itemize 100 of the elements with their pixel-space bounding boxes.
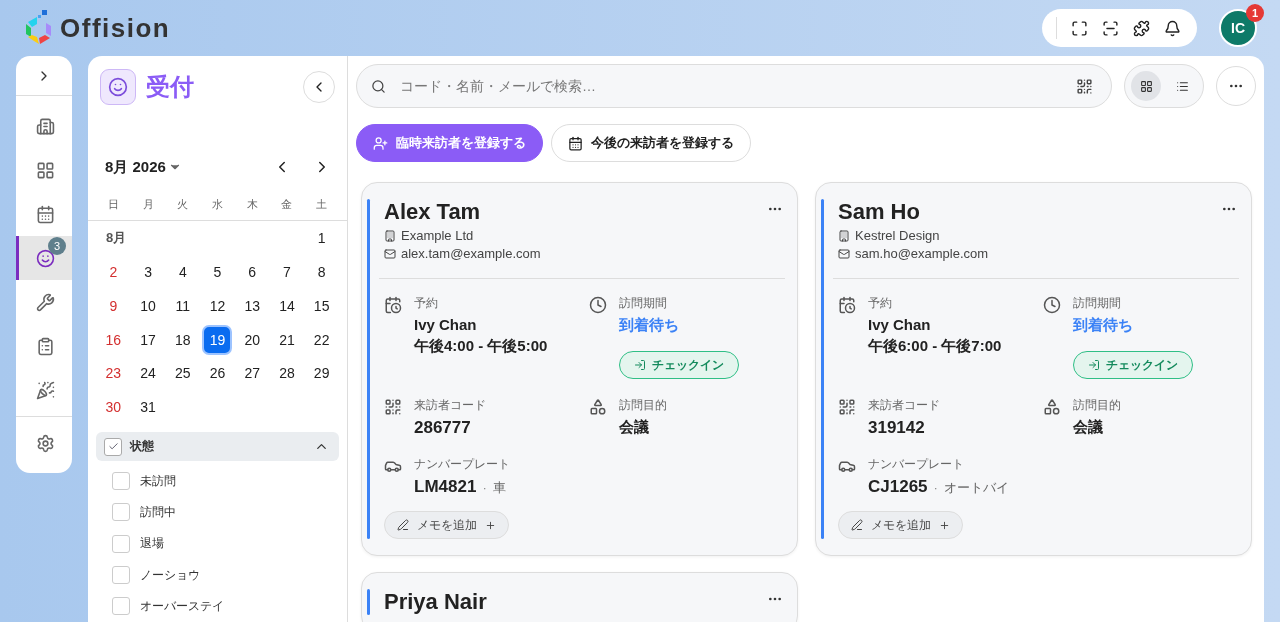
checkbox[interactable] [112, 597, 130, 616]
month-label: 8月 [105, 229, 128, 248]
search-icon [371, 78, 386, 94]
search-bar[interactable]: コード・名前・メールで検索… [356, 64, 1112, 108]
grid-view-button[interactable] [1131, 71, 1161, 101]
building-icon [838, 229, 850, 242]
logo-icon [24, 10, 54, 46]
vehicle-type: 車 [492, 479, 506, 497]
calendar-day[interactable]: 8 [306, 256, 337, 287]
notification-badge: 1 [1246, 4, 1264, 22]
field-label: 訪問期間 [1073, 295, 1122, 312]
purpose-text: 会議 [619, 418, 650, 437]
host-name: Ivy Chan [414, 316, 478, 333]
calendar-day[interactable]: 16 [98, 324, 129, 355]
calendar-day[interactable]: 22 [306, 324, 337, 355]
checkbox[interactable] [112, 472, 130, 491]
fullscreen-icon[interactable] [1071, 19, 1088, 37]
calendar-day[interactable]: 10 [133, 290, 164, 321]
company-name: Example Ltd [401, 228, 474, 243]
qr-code-icon [838, 398, 856, 416]
user-plus-icon [373, 135, 388, 151]
calendar-day[interactable]: 18 [167, 324, 198, 355]
calendar-day[interactable]: 26 [202, 358, 233, 389]
calendar-day[interactable]: 20 [237, 324, 268, 355]
calendar-day[interactable]: 28 [271, 358, 302, 389]
pen-icon [397, 519, 409, 531]
calendar-day[interactable]: 13 [237, 290, 268, 321]
filter-option[interactable]: 未訪問 [88, 465, 347, 497]
add-memo-button[interactable]: メモを追加 [838, 511, 963, 539]
visitor-name: Priya Nair [384, 589, 487, 615]
calendar-day[interactable]: 6 [237, 256, 268, 287]
building-icon [384, 229, 396, 242]
calendar-day[interactable]: 25 [167, 358, 198, 389]
calendar-day[interactable]: 3 [133, 256, 164, 287]
filter-option[interactable]: ノーショウ [88, 559, 347, 591]
calendar-day[interactable]: 17 [133, 324, 164, 355]
pen-icon [851, 519, 863, 531]
calendar-icon [36, 204, 55, 224]
list-icon [1175, 79, 1189, 93]
checkbox[interactable] [112, 566, 130, 584]
checkbox[interactable] [112, 534, 130, 553]
filter-option[interactable]: 訪問中 [88, 496, 347, 529]
weekday-label: 金 [280, 197, 294, 213]
calendar-day[interactable]: 19 [202, 324, 233, 355]
field-label: ナンバープレート [868, 456, 965, 473]
grid-icon [1139, 79, 1153, 93]
collapse-button[interactable] [303, 70, 335, 103]
party-popper-icon [36, 380, 55, 400]
login-icon [1088, 359, 1100, 371]
calendar-day[interactable]: 2 [98, 256, 129, 287]
calendar-day[interactable]: 1 [306, 223, 337, 254]
email-text: sam.ho@example.com [855, 246, 989, 261]
calendar-day[interactable]: 4 [167, 256, 198, 287]
calendar-day[interactable]: 30 [98, 392, 129, 423]
month-picker[interactable]: 8月 2026 [105, 157, 182, 177]
calendar-day[interactable]: 5 [202, 256, 233, 287]
visitor-name: Sam Ho [838, 199, 920, 225]
bell-icon[interactable] [1164, 19, 1181, 37]
calendar-day[interactable]: 11 [167, 290, 198, 321]
calendar-day[interactable]: 15 [306, 290, 337, 321]
status-text: 到着待ち [619, 316, 680, 335]
checkin-button[interactable]: チェックイン [1073, 351, 1193, 379]
smiley-icon [108, 76, 128, 97]
checkbox[interactable] [112, 503, 130, 522]
calendar-day[interactable]: 7 [271, 256, 302, 287]
plate-number: CJ1265 [868, 477, 928, 497]
calendar-day[interactable]: 23 [98, 358, 129, 389]
calendar-icon [568, 135, 583, 151]
puzzle-icon[interactable] [1133, 19, 1150, 37]
calendar-day[interactable]: 14 [271, 290, 302, 321]
time-range: 午後4:00 - 午後5:00 [414, 337, 548, 356]
checkbox[interactable] [104, 437, 122, 456]
vehicle-type: オートバイ [943, 479, 1009, 497]
status-filter-header[interactable]: 状態 [96, 432, 339, 462]
nav-item[interactable]: 3 [16, 236, 72, 280]
register-walk-in-button[interactable]: 臨時来訪者を登録する [356, 124, 543, 162]
filter-option[interactable]: 退場 [88, 528, 347, 560]
calendar-icon [384, 296, 402, 314]
field-label: 訪問期間 [619, 295, 668, 312]
calendar-day[interactable]: 27 [237, 358, 268, 389]
filter-option[interactable]: オーバーステイ [88, 590, 347, 622]
calendar-day[interactable]: 12 [202, 290, 233, 321]
calendar-day[interactable]: 9 [98, 290, 129, 321]
register-upcoming-button[interactable]: 今後の来訪者を登録する [551, 124, 751, 162]
visitor-name: Alex Tam [384, 199, 481, 225]
page-title: 受付 [146, 71, 194, 102]
plus-icon [939, 519, 950, 531]
qr-code-icon [384, 398, 402, 416]
accent-bar [367, 589, 370, 615]
settings-icon [36, 433, 55, 453]
calendar-day[interactable]: 24 [133, 358, 164, 389]
calendar-day[interactable]: 21 [271, 324, 302, 355]
smiley-icon [36, 248, 55, 268]
checkin-button[interactable]: チェックイン [619, 351, 739, 379]
add-memo-button[interactable]: メモを追加 [384, 511, 509, 539]
calendar-day[interactable]: 29 [306, 358, 337, 389]
search-field[interactable]: コード・名前・メールで検索… [398, 77, 1064, 95]
plate-number: LM4821 [414, 477, 477, 497]
calendar-day[interactable]: 31 [133, 392, 164, 423]
scan-icon[interactable] [1102, 19, 1119, 37]
